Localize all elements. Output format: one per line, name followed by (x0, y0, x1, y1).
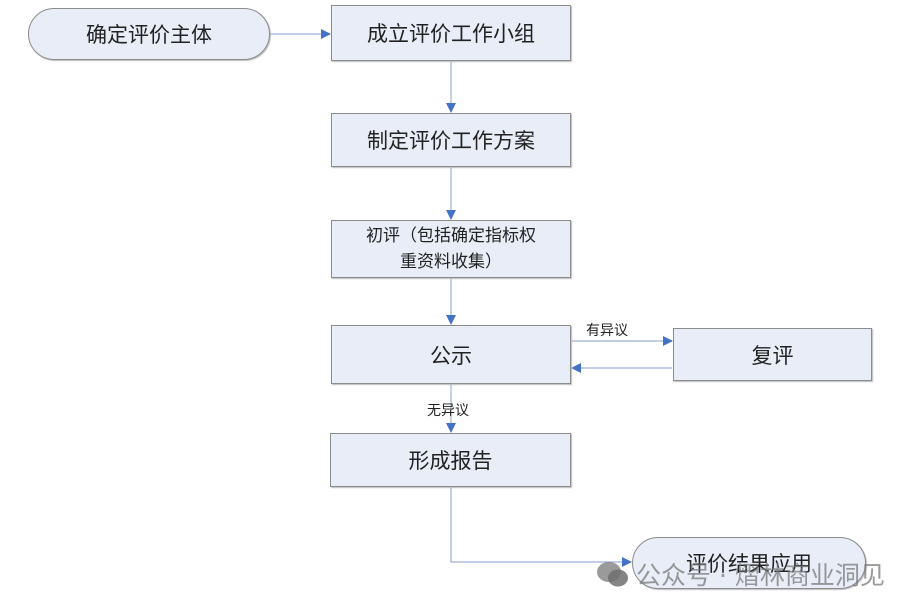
watermark-text: 公众号 · 熠林商业洞见 (636, 561, 885, 590)
node-review: 复评 (673, 328, 872, 381)
node-report: 形成报告 (330, 433, 571, 487)
node-start: 确定评价主体 (28, 8, 270, 60)
node-initial-line2: 重资料收集） (400, 252, 502, 272)
label-no-objection: 无异议 (427, 403, 469, 419)
node-team: 成立评价工作小组 (331, 5, 571, 61)
wechat-icon (597, 562, 628, 587)
node-initial: 初评（包括确定指标权 重资料收集） (331, 220, 571, 278)
flowchart: 确定评价主体 成立评价工作小组 制定评价工作方案 初评（包括确定指标权 重资料收… (0, 0, 924, 610)
watermark: 公众号 · 熠林商业洞见 (596, 556, 885, 592)
connectors (270, 29, 673, 567)
edge-report-end (450, 487, 632, 567)
node-initial-line1: 初评（包括确定指标权 (366, 226, 536, 246)
node-publicize: 公示 (331, 325, 571, 384)
node-plan: 制定评价工作方案 (331, 113, 571, 167)
label-objection: 有异议 (586, 323, 628, 339)
